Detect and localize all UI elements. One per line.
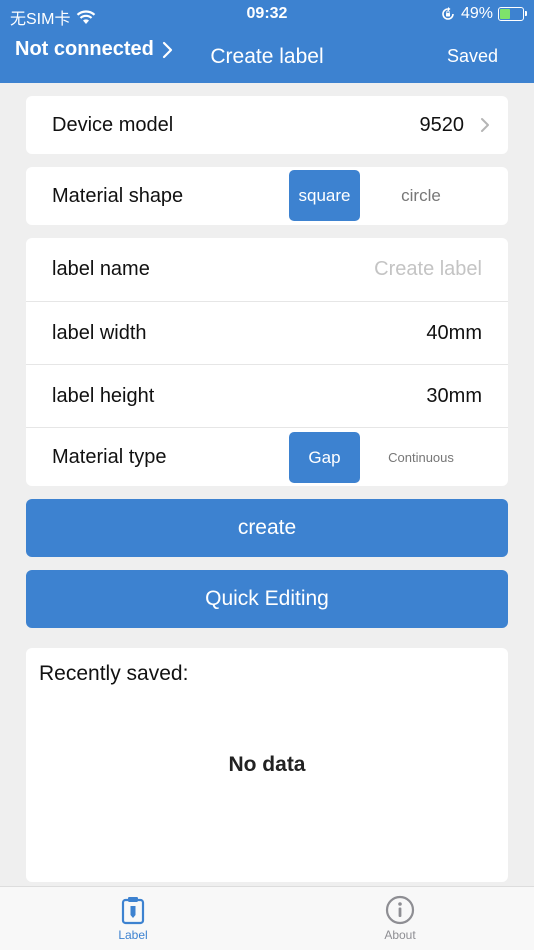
info-icon	[385, 895, 415, 925]
battery-fill	[500, 9, 510, 19]
label-settings-card: label name Create label label width 40mm…	[26, 238, 508, 486]
status-bar: 无SIM卡 09:32 49%	[0, 0, 534, 28]
status-right: 49%	[440, 5, 527, 23]
saved-button[interactable]: Saved	[447, 46, 498, 67]
recently-saved-title: Recently saved:	[39, 662, 189, 685]
material-shape-segmented-control: square circle	[289, 170, 482, 221]
label-width-label: label width	[52, 321, 147, 344]
tab-about[interactable]: About	[340, 895, 460, 942]
orientation-lock-icon	[442, 7, 454, 20]
tab-bar: Label About	[0, 886, 534, 950]
device-model-card: Device model 9520	[26, 96, 508, 154]
material-type-row: Material type Gap Continuous	[26, 427, 508, 486]
label-height-row[interactable]: label height 30mm	[26, 364, 508, 427]
label-width-value[interactable]: 40mm	[426, 322, 482, 345]
label-height-label: label height	[52, 384, 155, 407]
label-height-value[interactable]: 30mm	[426, 385, 482, 408]
chevron-right-icon	[481, 118, 489, 132]
label-name-label: label name	[52, 258, 150, 280]
tab-label-text: Label	[118, 928, 148, 942]
type-option-continuous[interactable]: Continuous	[360, 432, 482, 483]
device-model-row[interactable]: Device model 9520	[26, 96, 508, 154]
empty-state-text: No data	[228, 753, 306, 776]
material-type-segmented-control: Gap Continuous	[289, 432, 482, 483]
label-icon	[121, 897, 145, 925]
device-model-value: 9520	[419, 113, 465, 136]
label-width-row[interactable]: label width 40mm	[26, 301, 508, 364]
device-model-label: Device model	[52, 113, 174, 136]
label-name-row: label name Create label	[26, 238, 508, 301]
recently-saved-panel: Recently saved: No data	[26, 648, 508, 882]
label-name-input[interactable]: Create label	[374, 258, 482, 281]
material-shape-row: Material shape square circle	[26, 167, 508, 225]
quick-editing-button[interactable]: Quick Editing	[26, 570, 508, 628]
header: 无SIM卡 09:32 49% Not connected Create lab…	[0, 0, 534, 83]
tab-label[interactable]: Label	[73, 895, 193, 942]
battery-icon	[498, 7, 527, 21]
battery-percent: 49%	[460, 5, 493, 22]
material-shape-card: Material shape square circle	[26, 167, 508, 225]
type-option-gap[interactable]: Gap	[289, 432, 360, 483]
shape-option-square[interactable]: square	[289, 170, 360, 221]
tab-about-text: About	[384, 928, 416, 942]
shape-option-circle[interactable]: circle	[360, 170, 482, 221]
create-button[interactable]: create	[26, 499, 508, 557]
